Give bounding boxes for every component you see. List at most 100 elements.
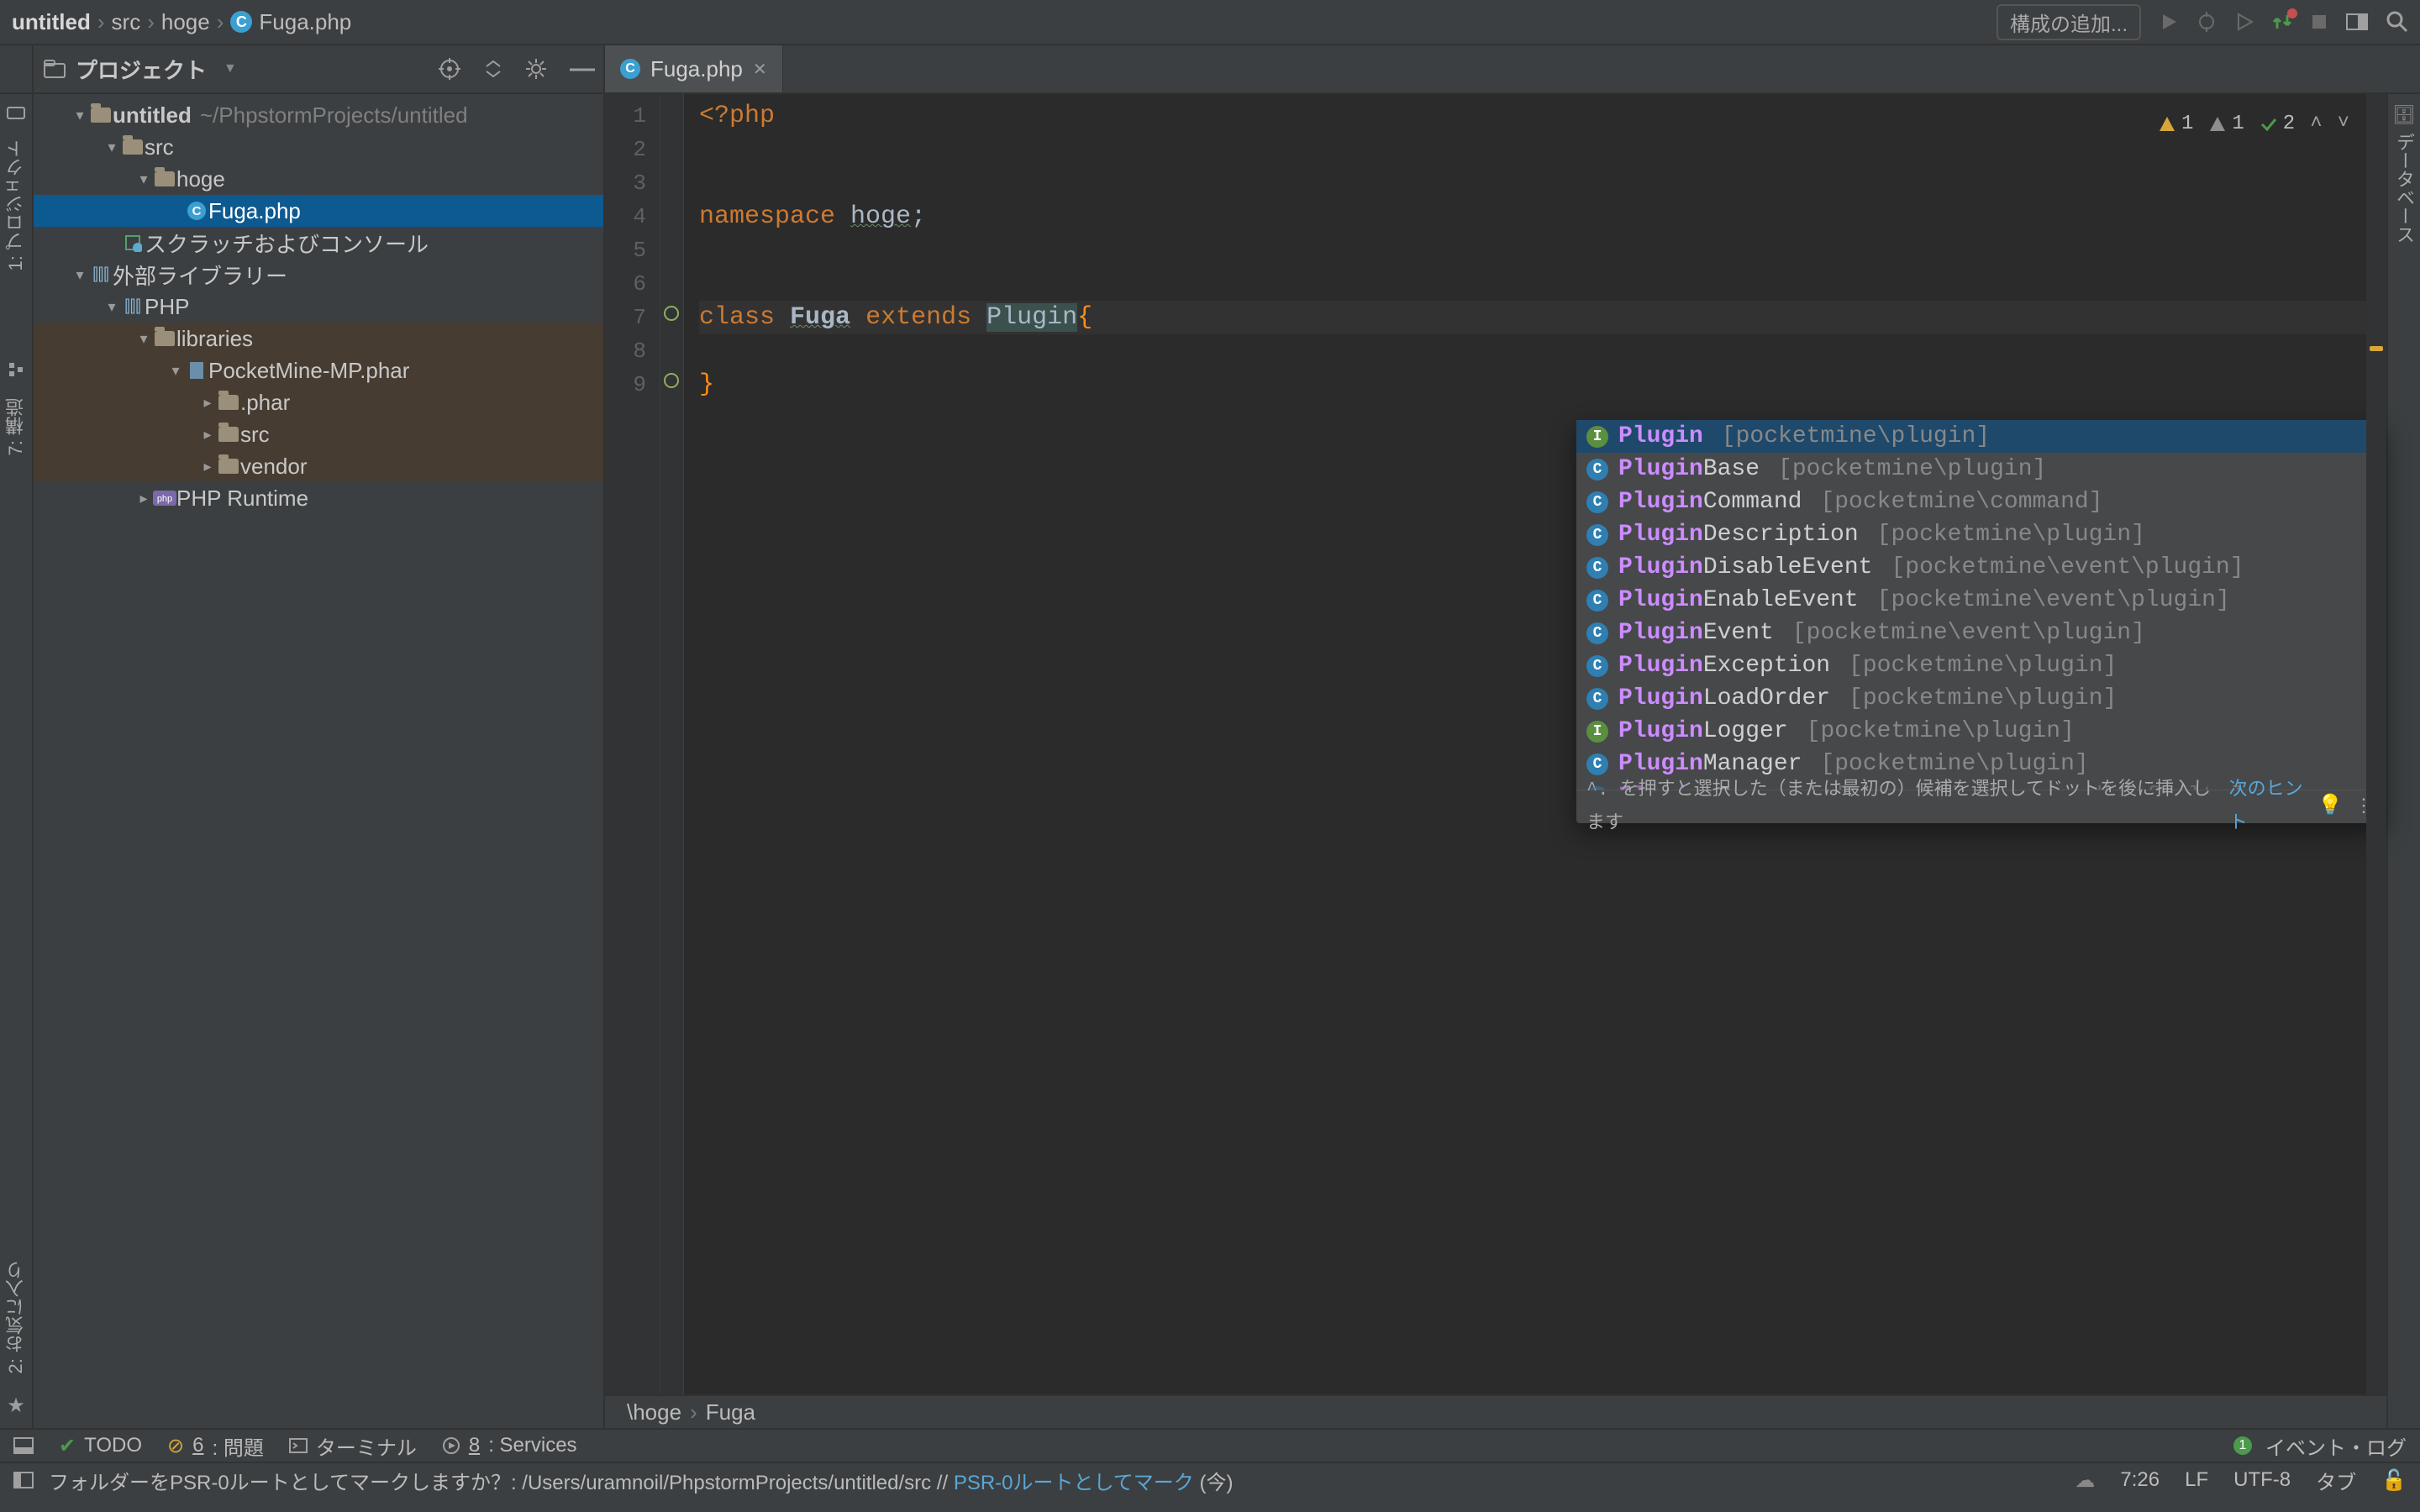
crumb-src[interactable]: src [112, 9, 141, 35]
debug-icon[interactable] [2196, 12, 2217, 32]
editor-breadcrumb[interactable]: \hoge › Fuga [605, 1394, 2386, 1428]
settings-gear-icon[interactable] [526, 59, 546, 79]
expand-arrow-icon[interactable]: ▾ [166, 362, 185, 380]
file-encoding[interactable]: UTF-8 [2233, 1468, 2291, 1492]
favorites-tool-tab[interactable]: 2: お気に入り [3, 1261, 29, 1373]
readonly-lock-icon[interactable]: 🔓 [2381, 1468, 2407, 1493]
tree-item[interactable]: .phar [240, 390, 290, 416]
coverage-icon[interactable] [2235, 13, 2254, 31]
project-tool-tab[interactable]: 1: プロジェクト [3, 139, 29, 270]
database-tool-icon[interactable]: 🗄 [2392, 104, 2416, 126]
expand-arrow-icon[interactable]: ▸ [198, 458, 217, 475]
expand-arrow-icon[interactable]: ▾ [134, 171, 153, 188]
line-separator[interactable]: LF [2185, 1468, 2208, 1492]
tree-item[interactable]: スクラッチおよびコンソール [145, 228, 429, 259]
folder-icon [155, 331, 175, 346]
expand-arrow-icon[interactable]: ▸ [198, 426, 217, 444]
folder-icon [91, 108, 111, 123]
background-tasks-icon[interactable]: ☁ [2075, 1468, 2095, 1493]
event-log-button[interactable]: イベント・ログ [2265, 1431, 2407, 1461]
services-tool-button[interactable]: 8: Services [442, 1434, 577, 1457]
project-tool-title[interactable]: プロジェクト [76, 54, 207, 85]
tree-item[interactable]: untitled [113, 102, 192, 129]
expand-arrow-icon[interactable]: ▾ [71, 266, 89, 284]
favorites-star-icon[interactable]: ★ [7, 1394, 25, 1418]
structure-tool-tab[interactable]: 7: 構造 [3, 398, 29, 455]
vcs-update-icon[interactable] [2272, 12, 2292, 32]
completion-item[interactable]: CPluginException[pocketmine\plugin] [1576, 649, 2385, 682]
editor[interactable]: 123456789 <?php namespace hoge; class Fu… [605, 94, 2386, 1394]
add-configuration-button[interactable]: 構成の追加... [1996, 4, 2141, 40]
completion-item[interactable]: CPluginEvent[pocketmine\event\plugin] [1576, 617, 2385, 649]
crumb-hoge[interactable]: hoge [161, 9, 210, 35]
problems-tool-button[interactable]: ⊘6: 問題 [167, 1431, 264, 1461]
project-tool-icon[interactable] [7, 104, 25, 119]
intention-bulb-icon[interactable]: 💡 [2317, 790, 2343, 824]
error-stripe[interactable] [2366, 94, 2386, 1394]
completion-item[interactable]: CPluginBase[pocketmine\plugin] [1576, 453, 2385, 486]
layout-icon[interactable] [2346, 13, 2368, 30]
tree-item[interactable]: src [240, 422, 270, 448]
completion-item[interactable]: CPluginManager[pocketmine\plugin] [1576, 748, 2385, 780]
completion-popup[interactable]: IPlugin[pocketmine\plugin]CPluginBase[po… [1576, 420, 2385, 823]
completion-item[interactable]: CPluginDescription[pocketmine\plugin] [1576, 518, 2385, 551]
tree-item[interactable]: PocketMine-MP.phar [208, 358, 409, 384]
todo-tool-button[interactable]: ✔TODO [59, 1434, 142, 1458]
expand-all-icon[interactable] [484, 60, 502, 78]
expand-arrow-icon[interactable]: ▾ [103, 298, 121, 316]
select-opened-file-icon[interactable] [439, 58, 460, 80]
completion-item[interactable]: CPluginCommand[pocketmine\command] [1576, 486, 2385, 518]
warning-marker[interactable] [2370, 346, 2383, 351]
crumb-project[interactable]: untitled [12, 9, 91, 35]
expand-arrow-icon[interactable]: ▸ [198, 394, 217, 412]
navigation-breadcrumb[interactable]: untitled › src › hoge › C Fuga.php [12, 9, 351, 35]
tree-item[interactable]: 外部ライブラリー [113, 260, 287, 291]
completion-item[interactable]: IPlugin[pocketmine\plugin] [1576, 420, 2385, 453]
line-number-gutter[interactable]: 123456789 [605, 94, 660, 1394]
tree-item[interactable]: Fuga.php [208, 198, 301, 224]
tree-item[interactable]: src [145, 134, 174, 160]
inspection-widget[interactable]: 1 1 2 ˄ ˅ [2158, 108, 2349, 141]
close-tab-icon[interactable]: ✕ [753, 59, 767, 80]
editor-tab[interactable]: C Fuga.php ✕ [605, 45, 783, 92]
tree-item[interactable]: hoge [176, 166, 225, 192]
completion-item[interactable]: CPluginLoadOrder[pocketmine\plugin] [1576, 682, 2385, 715]
toolwindow-toggle-icon[interactable] [13, 1437, 34, 1454]
completion-item[interactable]: CPluginDisableEvent[pocketmine\event\plu… [1576, 551, 2385, 584]
warning-icon [2158, 115, 2176, 134]
database-tool-tab[interactable]: データベース [2391, 133, 2417, 244]
search-everywhere-icon[interactable] [2386, 11, 2408, 33]
next-highlight-icon[interactable]: ˅ [2338, 108, 2349, 141]
status-link[interactable]: PSR-0ルートとしてマーク [954, 1472, 1194, 1494]
indent-config[interactable]: タブ [2316, 1466, 2356, 1495]
hide-tool-window-icon[interactable]: — [570, 55, 595, 83]
completion-item[interactable]: CPluginEnableEvent[pocketmine\event\plug… [1576, 584, 2385, 617]
crumb-file[interactable]: Fuga.php [259, 9, 351, 35]
tree-item[interactable]: PHP [145, 294, 189, 320]
folder-icon [123, 139, 143, 155]
expand-arrow-icon[interactable]: ▾ [103, 139, 121, 156]
class-gutter-icon[interactable] [664, 373, 679, 388]
tree-item[interactable]: vendor [240, 454, 308, 480]
prev-highlight-icon[interactable]: ˄ [2310, 108, 2322, 141]
expand-arrow-icon[interactable]: ▾ [134, 330, 153, 348]
completion-item[interactable]: CPluginsCommand[pocketmine\command\defau… [1576, 780, 2385, 790]
structure-tool-icon[interactable] [8, 361, 24, 378]
completion-item[interactable]: IPluginLogger[pocketmine\plugin] [1576, 715, 2385, 748]
project-tree[interactable]: ▾untitled~/PhpstormProjects/untitled ▾sr… [34, 94, 603, 519]
toolwindow-toggle-icon[interactable] [13, 1472, 34, 1488]
expand-arrow-icon[interactable]: ▾ [71, 107, 89, 124]
project-icon [44, 60, 66, 78]
caret-position[interactable]: 7:26 [2120, 1468, 2160, 1492]
gutter-icons [660, 94, 684, 1394]
tree-item[interactable]: libraries [176, 326, 253, 352]
run-icon[interactable] [2160, 13, 2178, 31]
terminal-tool-button[interactable]: ターミナル [289, 1431, 417, 1461]
view-mode-dropdown-icon[interactable]: ▼ [224, 61, 237, 76]
expand-arrow-icon[interactable]: ▸ [134, 490, 153, 507]
breadcrumb-class[interactable]: Fuga [706, 1399, 755, 1425]
breadcrumb-namespace[interactable]: \hoge [627, 1399, 681, 1425]
class-gutter-icon[interactable] [664, 306, 679, 321]
phar-icon [188, 360, 205, 381]
tree-item[interactable]: PHP Runtime [176, 486, 308, 512]
